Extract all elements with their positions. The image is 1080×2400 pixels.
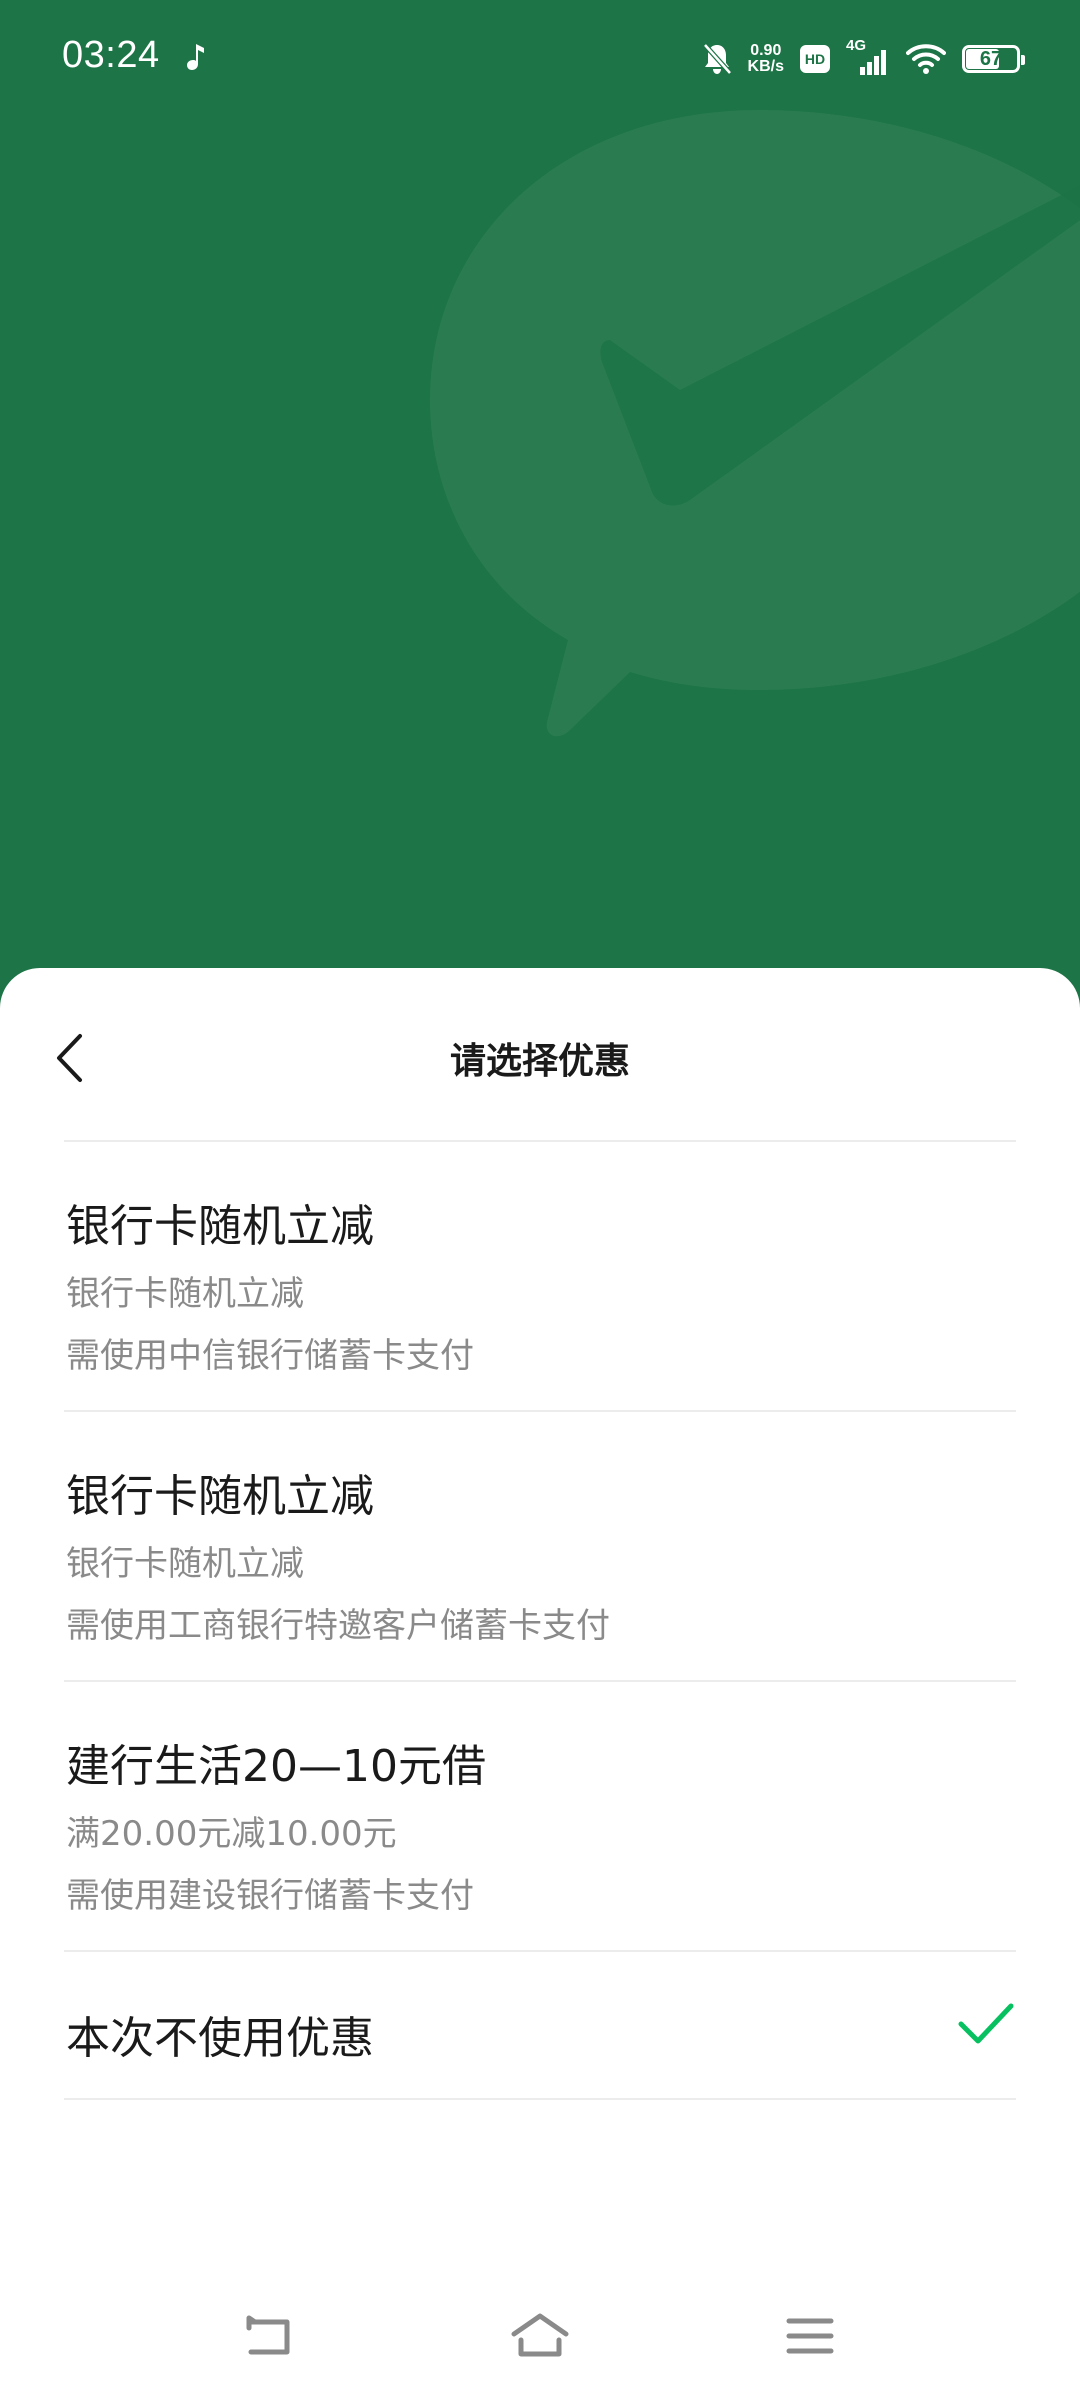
option-title: 银行卡随机立减 [66, 1471, 374, 1522]
option-subtitle: 银行卡随机立减 [66, 1274, 304, 1314]
option-title: 银行卡随机立减 [66, 1201, 374, 1252]
option-title: 建行生活20—10元借 [66, 1741, 486, 1792]
battery-cap [1021, 55, 1025, 65]
discount-option[interactable]: 银行卡随机立减 银行卡随机立减 需使用工商银行特邀客户储蓄卡支付 [64, 1412, 1016, 1682]
wifi-icon [906, 44, 946, 74]
nav-menu-icon [786, 2318, 834, 2354]
wechat-pay-logo-icon [430, 110, 1080, 737]
status-icons: 0.90 KB/s HD 4G 67 [702, 36, 1025, 82]
bell-off-icon [702, 43, 732, 75]
music-note-icon [187, 44, 204, 70]
option-subtitle: 银行卡随机立减 [66, 1544, 304, 1584]
discount-option[interactable]: 银行卡随机立减 银行卡随机立减 需使用中信银行储蓄卡支付 [64, 1142, 1016, 1412]
background-header [0, 0, 1080, 1000]
option-subtitle: 满20.00元减10.00元 [66, 1814, 397, 1854]
option-condition: 需使用建设银行储蓄卡支付 [66, 1876, 474, 1916]
sheet-header: 请选择优惠 [0, 968, 1080, 1142]
nav-home-button[interactable] [508, 2304, 572, 2368]
network-speed-value: 0.90 [750, 42, 782, 59]
nav-back-button[interactable] [238, 2304, 302, 2368]
sheet-title: 请选择优惠 [449, 1041, 630, 1082]
status-bar: 03:24 0.90 KB/s HD 4G 67 [0, 0, 1080, 120]
discount-option[interactable]: 建行生活20—10元借 满20.00元减10.00元 需使用建设银行储蓄卡支付 [64, 1682, 1016, 1952]
option-condition: 需使用中信银行储蓄卡支付 [66, 1336, 474, 1376]
network-speed-unit: KB/s [747, 58, 784, 75]
battery-percent: 67 [979, 47, 1003, 70]
option-title: 本次不使用优惠 [66, 2013, 374, 2064]
no-discount-option[interactable]: 本次不使用优惠 [64, 1952, 1016, 2100]
network-speed: 0.90 KB/s [748, 43, 784, 75]
nav-menu-button[interactable] [778, 2304, 842, 2368]
battery-indicator: 67 [962, 45, 1025, 73]
signal-bars-icon [860, 50, 886, 75]
discount-sheet: 请选择优惠 银行卡随机立减 银行卡随机立减 需使用中信银行储蓄卡支付 银行卡随机… [0, 968, 1080, 2400]
option-condition: 需使用工商银行特邀客户储蓄卡支付 [66, 1606, 610, 1646]
check-icon [958, 2003, 1014, 2044]
system-nav-bar [0, 2280, 1080, 2400]
nav-back-icon [246, 2315, 290, 2355]
discount-option-list: 银行卡随机立减 银行卡随机立减 需使用中信银行储蓄卡支付 银行卡随机立减 银行卡… [0, 1142, 1080, 2100]
hd-badge: HD [800, 45, 830, 73]
nav-home-icon [511, 2313, 569, 2357]
status-time: 03:24 [62, 34, 160, 76]
cellular-signal: 4G [846, 37, 890, 77]
